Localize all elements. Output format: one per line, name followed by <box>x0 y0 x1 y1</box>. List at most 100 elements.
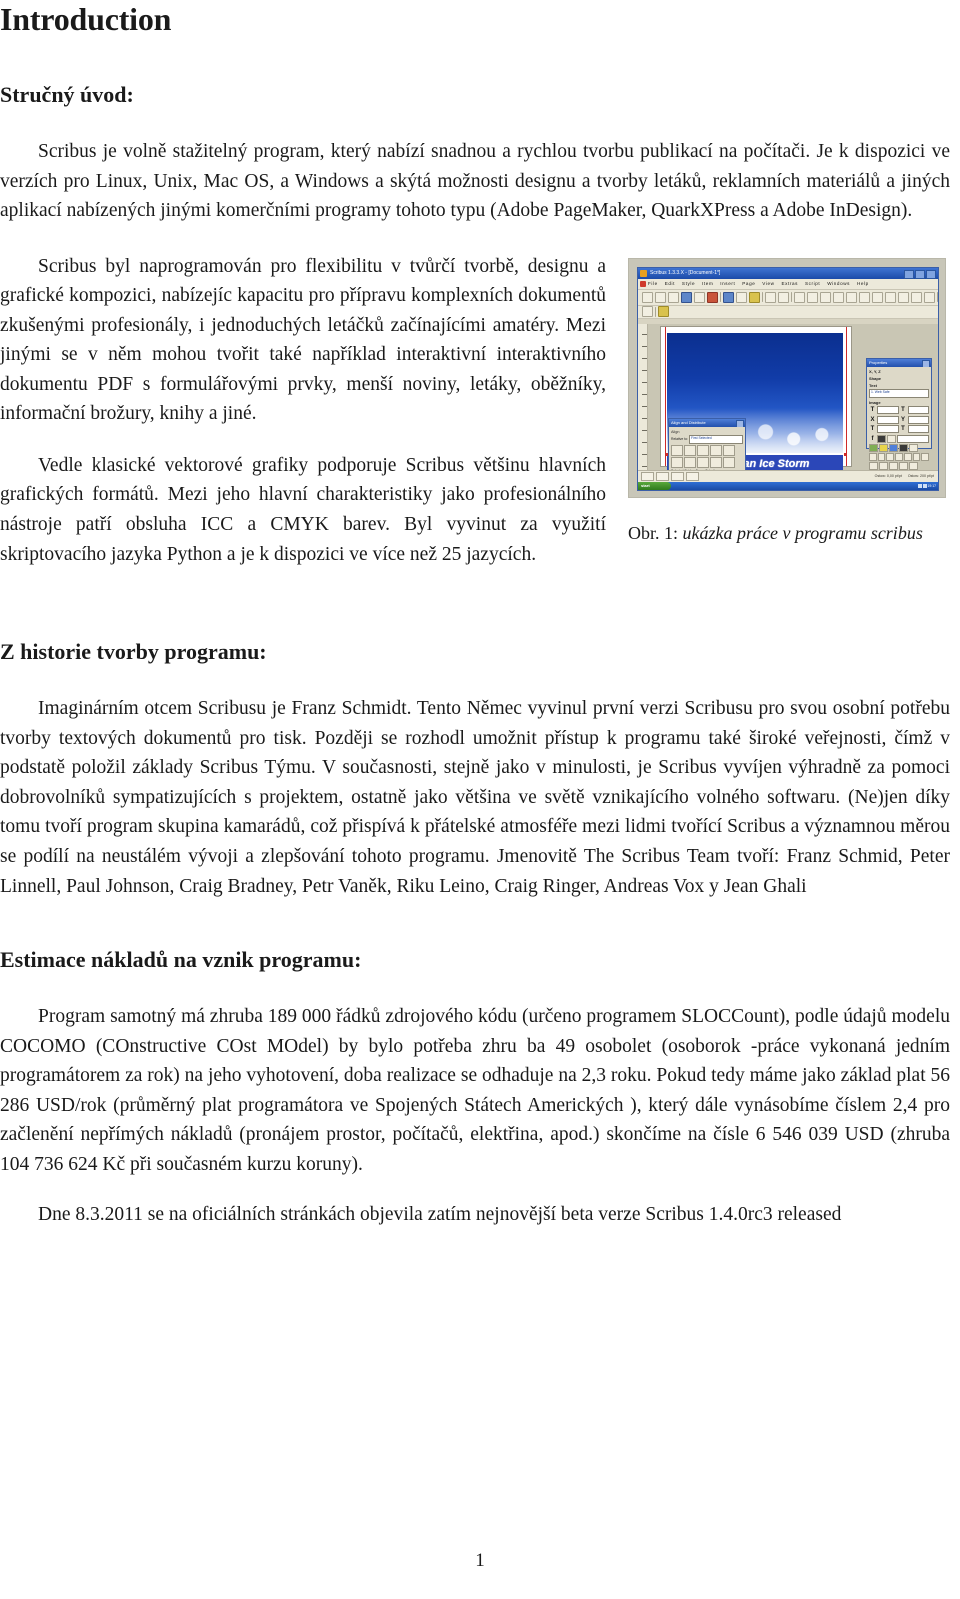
vertical-scale-icon: Y <box>900 416 905 423</box>
redo-icon[interactable] <box>778 291 789 303</box>
menu-item-script[interactable]: Script <box>805 281 820 286</box>
align-top-edge-icon[interactable] <box>710 456 722 468</box>
menu-item-windows[interactable]: Windows <box>827 281 850 286</box>
align-left-icon[interactable] <box>671 444 683 456</box>
close-icon[interactable] <box>736 419 744 427</box>
superscript-icon[interactable] <box>903 453 912 462</box>
select-tool-icon[interactable] <box>794 291 805 303</box>
table-icon[interactable] <box>833 291 844 303</box>
line-spacing-input[interactable] <box>907 406 929 415</box>
open-document-icon[interactable] <box>655 291 666 303</box>
fill-row[interactable]: f <box>869 434 929 443</box>
save-document-icon[interactable] <box>668 291 679 303</box>
status-unit-select[interactable] <box>641 471 654 481</box>
start-button[interactable]: start <box>638 481 671 490</box>
subscript-icon[interactable] <box>912 453 921 462</box>
preview-icon[interactable] <box>694 291 705 303</box>
bezier-icon[interactable] <box>885 291 896 303</box>
color-swatch-green[interactable] <box>869 444 878 453</box>
text-frame-icon[interactable] <box>807 291 818 303</box>
menu-item-help[interactable]: Help <box>857 281 869 286</box>
cut-icon[interactable] <box>723 291 734 303</box>
properties-section-shape[interactable]: Shape <box>869 376 929 381</box>
tray-icon[interactable] <box>922 483 927 488</box>
status-zoom-in-icon[interactable] <box>671 471 684 481</box>
font-size-row[interactable]: T T <box>869 406 929 415</box>
main-toolbar[interactable] <box>638 289 938 306</box>
font-select[interactable]: 1. Web Safe <box>869 388 929 398</box>
color-swatch-yellow[interactable] <box>879 444 888 453</box>
color-swatch-none[interactable] <box>909 444 918 453</box>
align-right-icon[interactable] <box>697 444 709 456</box>
align-outside-icon[interactable] <box>723 444 735 456</box>
allcaps-icon[interactable] <box>921 453 930 462</box>
rotate-icon[interactable] <box>911 291 922 303</box>
properties-section-xyz[interactable]: X, Y, Z <box>869 369 929 374</box>
menu-item-file[interactable]: File <box>648 281 658 286</box>
new-document-icon[interactable] <box>642 291 653 303</box>
shade-input[interactable] <box>897 434 929 443</box>
color-swatch-row[interactable] <box>869 444 929 453</box>
secondary-toolbar[interactable] <box>638 305 938 319</box>
menu-bar[interactable]: File Edit Style Item Insert Page View Ex… <box>638 278 938 290</box>
align-top-icon[interactable] <box>671 456 683 468</box>
menu-item-insert[interactable]: Insert <box>720 281 735 286</box>
shape-icon[interactable] <box>846 291 857 303</box>
fill-swatch[interactable] <box>877 434 886 443</box>
font-size-input[interactable] <box>877 406 899 415</box>
vertical-scale-input[interactable] <box>907 415 929 424</box>
menu-item-extras[interactable]: Extras <box>781 281 798 286</box>
properties-palette[interactable]: Properties X, Y, Z Shape Text 1. Web Saf… <box>866 357 932 471</box>
pdf-tools-icon[interactable] <box>642 306 653 318</box>
tray-icon[interactable] <box>917 483 922 488</box>
italic-icon[interactable] <box>877 453 886 462</box>
bold-icon[interactable] <box>869 453 877 462</box>
close-icon[interactable] <box>926 269 936 279</box>
pdf-field-icon[interactable] <box>658 306 669 318</box>
polygon-icon[interactable] <box>859 291 870 303</box>
zoom-icon[interactable] <box>924 291 935 303</box>
menu-item-edit[interactable]: Edit <box>665 281 675 286</box>
stroke-swatch[interactable] <box>887 434 896 443</box>
export-pdf-icon[interactable] <box>707 291 718 303</box>
properties-section-text[interactable]: Text <box>869 383 929 388</box>
minimize-icon[interactable] <box>904 269 914 279</box>
align-edge-icon[interactable] <box>710 444 722 456</box>
align-center-h-icon[interactable] <box>684 444 696 456</box>
color-swatch-black[interactable] <box>899 444 908 453</box>
canvas-area[interactable]: ady For an Ice Storm Align and Distribut… <box>638 323 938 471</box>
undo-icon[interactable] <box>765 291 776 303</box>
horizontal-scale-input[interactable] <box>877 415 899 424</box>
maximize-icon[interactable] <box>915 269 925 279</box>
menu-item-view[interactable]: View <box>762 281 774 286</box>
relative-to-select[interactable]: First Selected <box>688 434 743 444</box>
color-swatch-blue[interactable] <box>889 444 898 453</box>
freehand-icon[interactable] <box>898 291 909 303</box>
align-bottom-edge-icon[interactable] <box>723 456 735 468</box>
scaling-row[interactable]: X Y <box>869 415 929 424</box>
menu-item-item[interactable]: Item <box>702 281 713 286</box>
status-zoom-out-icon[interactable] <box>686 471 699 481</box>
baseline-input[interactable] <box>907 425 929 434</box>
align-middle-v-icon[interactable] <box>684 456 696 468</box>
close-icon[interactable] <box>922 359 930 367</box>
properties-section-image[interactable]: Image <box>869 400 929 405</box>
paste-icon[interactable] <box>749 291 760 303</box>
tracking-input[interactable] <box>877 425 899 434</box>
align-distribute-palette[interactable]: Align and Distribute Align Relative to: … <box>668 417 746 471</box>
print-icon[interactable] <box>681 291 692 303</box>
align-button-row[interactable] <box>671 444 743 456</box>
selection-handle[interactable] <box>844 452 847 456</box>
align-button-row[interactable] <box>671 456 743 468</box>
align-bottom-icon[interactable] <box>697 456 709 468</box>
underline-icon[interactable] <box>886 453 895 462</box>
tracking-row[interactable]: T T <box>869 425 929 434</box>
menu-item-page[interactable]: Page <box>742 281 755 286</box>
copy-icon[interactable] <box>736 291 747 303</box>
status-layer-select[interactable] <box>656 471 669 481</box>
style-button-row[interactable] <box>869 453 930 462</box>
image-frame-icon[interactable] <box>820 291 831 303</box>
menu-item-style[interactable]: Style <box>682 281 695 286</box>
strikethrough-icon[interactable] <box>895 453 903 462</box>
line-icon[interactable] <box>872 291 883 303</box>
